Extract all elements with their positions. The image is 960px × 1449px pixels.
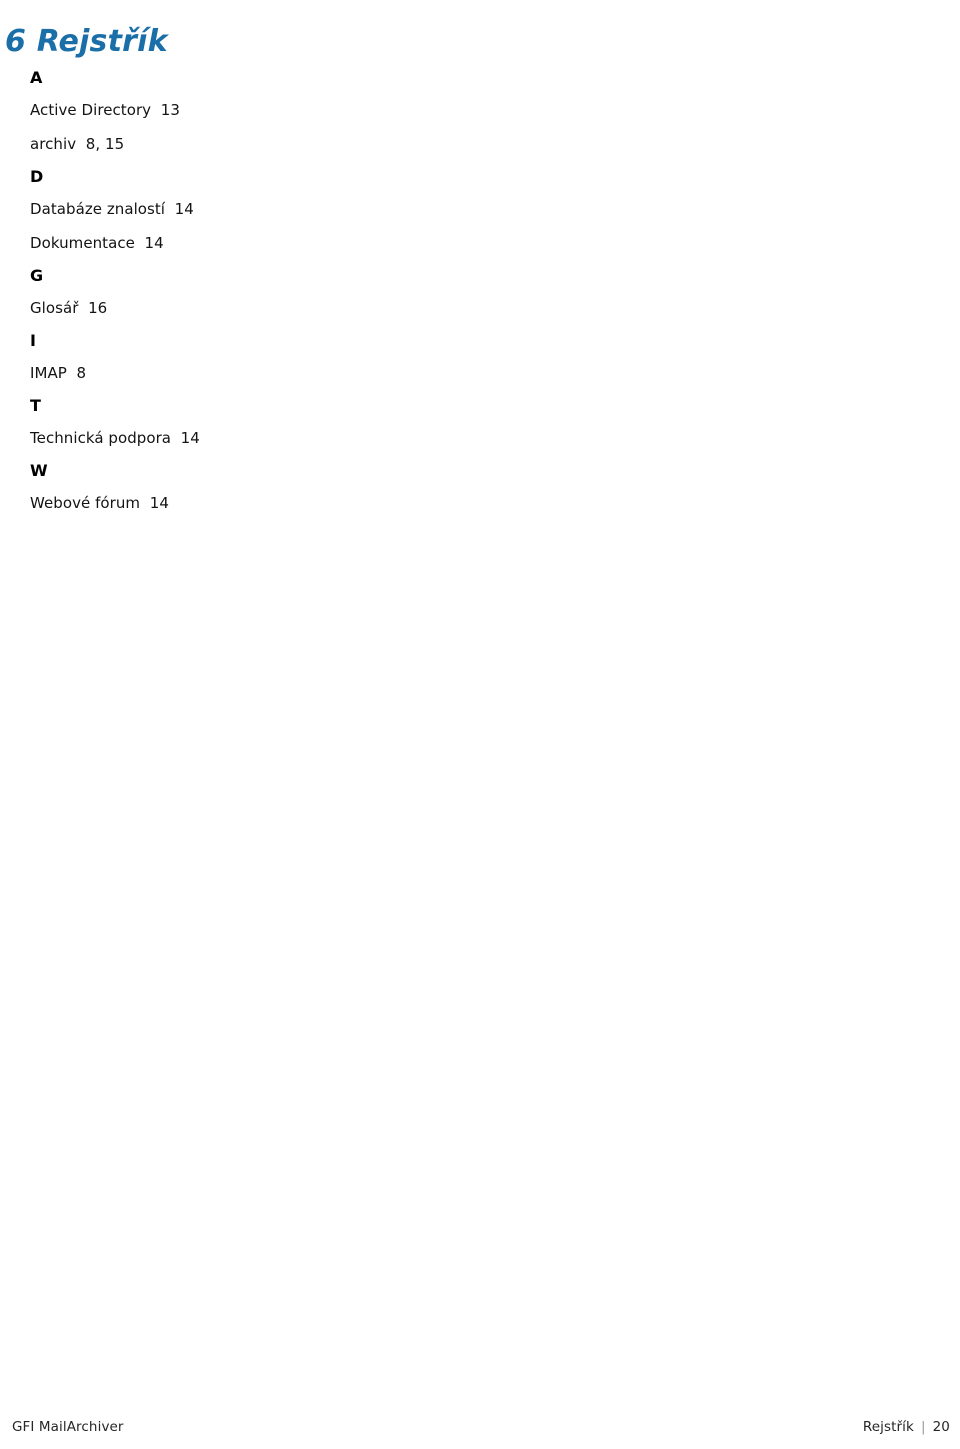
index-entry[interactable]: Dokumentace 14 bbox=[30, 226, 550, 260]
index-group: A Active Directory 13 archiv 8, 15 bbox=[30, 62, 550, 161]
index-entry[interactable]: Glosář 16 bbox=[30, 291, 550, 325]
footer-product-name: GFI MailArchiver bbox=[12, 1419, 124, 1435]
index-list: A Active Directory 13 archiv 8, 15 D Databáz… bbox=[30, 62, 550, 520]
footer-page-number: 20 bbox=[932, 1419, 950, 1435]
index-entry[interactable]: Active Directory 13 bbox=[30, 93, 550, 127]
index-group: I IMAP 8 bbox=[30, 325, 550, 390]
index-group-letter: W bbox=[30, 461, 48, 480]
index-entry[interactable]: Technická podpora 14 bbox=[30, 421, 550, 455]
index-group: T Technická podpora 14 bbox=[30, 390, 550, 455]
page-title: 6 Rejstřík bbox=[5, 24, 168, 60]
footer-section-label: Rejstřík bbox=[862, 1419, 914, 1435]
index-group-letter: A bbox=[30, 68, 43, 87]
index-entry[interactable]: IMAP 8 bbox=[30, 356, 550, 390]
index-entry[interactable]: Databáze znalostí 14 bbox=[30, 192, 550, 226]
footer-separator: | bbox=[920, 1419, 926, 1435]
index-entry[interactable]: Webové fórum 14 bbox=[30, 486, 550, 520]
index-group-letter: T bbox=[30, 396, 42, 415]
page-footer: GFI MailArchiver Rejstřík | 20 bbox=[0, 1414, 960, 1440]
index-group: G Glosář 16 bbox=[30, 260, 550, 325]
footer-page-info: Rejstřík | 20 bbox=[863, 1419, 950, 1435]
index-group-letter: G bbox=[30, 266, 44, 285]
index-group-letter: I bbox=[30, 331, 37, 350]
index-group: W Webové fórum 14 bbox=[30, 455, 550, 520]
document-page: 6 Rejstřík A Active Directory 13 archiv 8,… bbox=[0, 0, 960, 1449]
index-entry[interactable]: archiv 8, 15 bbox=[30, 127, 550, 161]
index-group-letter: D bbox=[30, 167, 44, 186]
index-group: D Databáze znalostí 14 Dokumentace 14 bbox=[30, 161, 550, 260]
